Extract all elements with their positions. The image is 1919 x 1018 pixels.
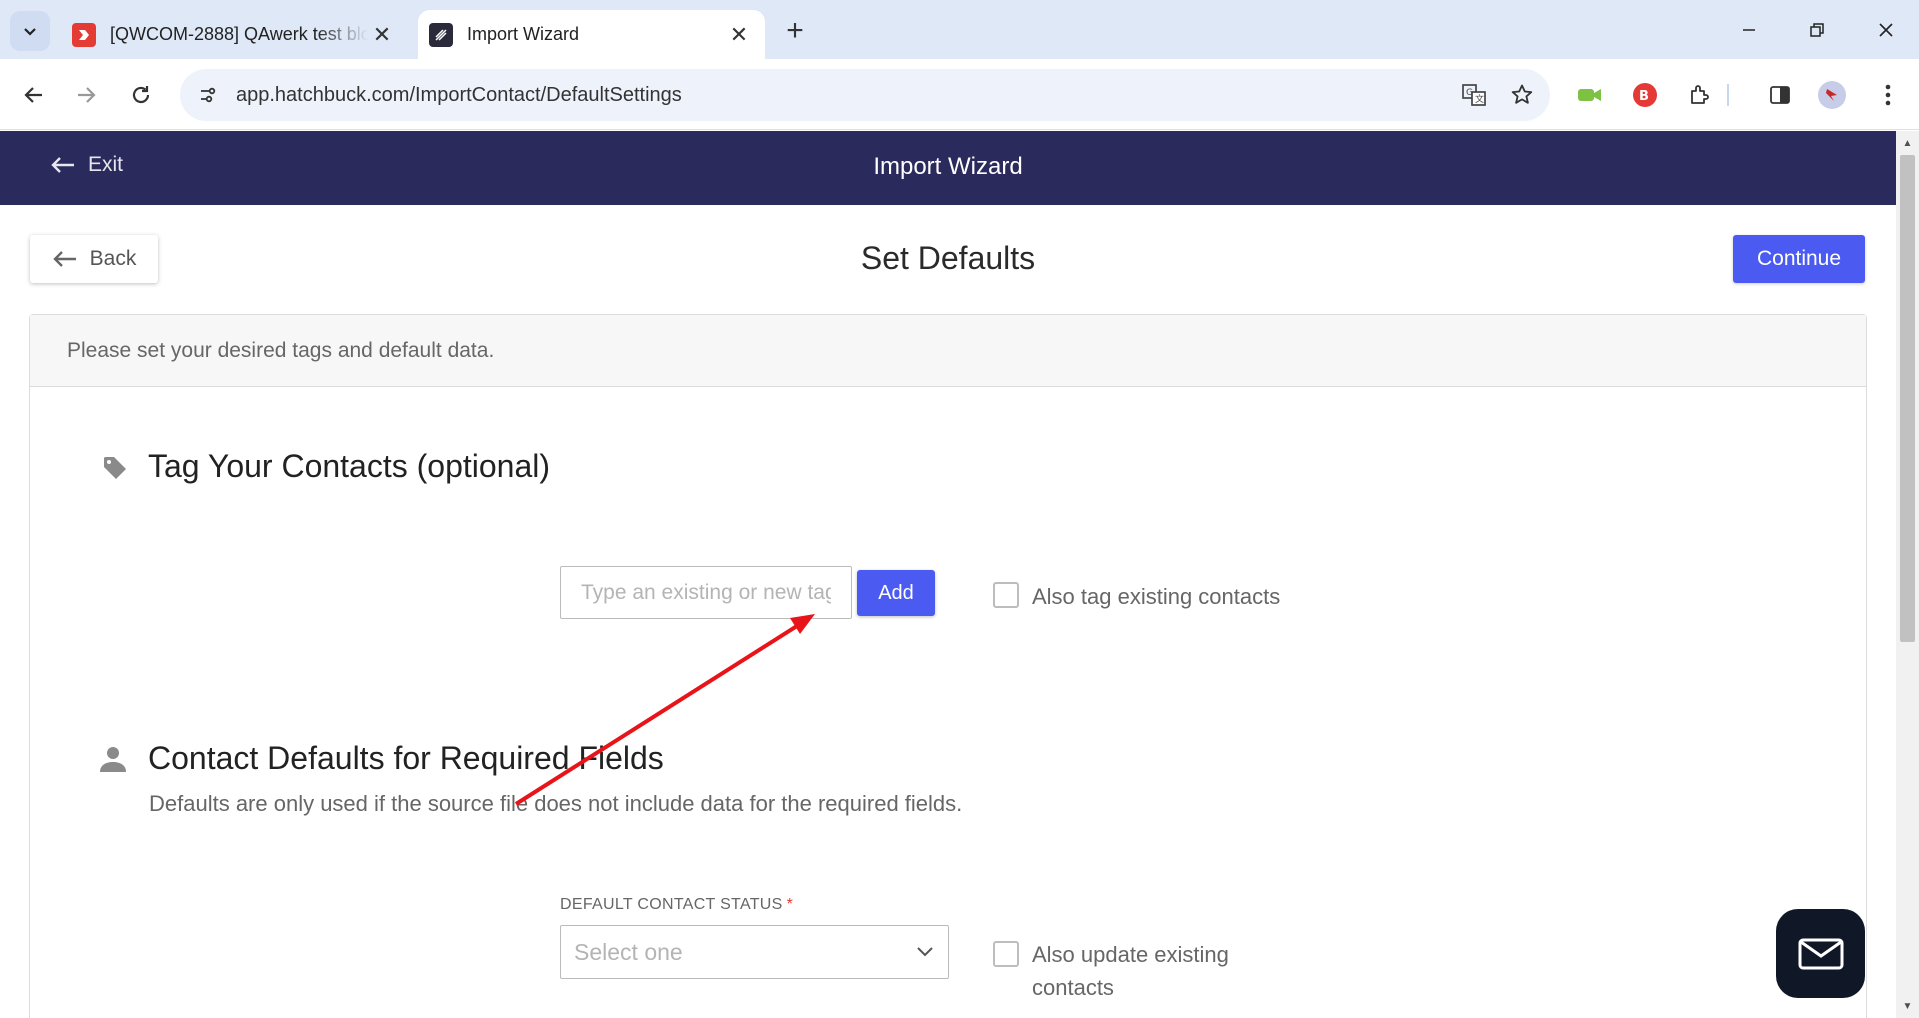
chat-widget-button[interactable] — [1776, 909, 1865, 998]
tab-search-button[interactable] — [10, 11, 50, 51]
back-arrow-icon[interactable] — [14, 75, 54, 115]
label-line: contacts — [1032, 975, 1114, 1000]
url-text: app.hatchbuck.com/ImportContact/DefaultS… — [236, 83, 682, 106]
more-menu-icon[interactable] — [1868, 75, 1908, 115]
page-scrollbar[interactable]: ▲ ▼ — [1896, 131, 1919, 1018]
label-line: Also update existing — [1032, 942, 1229, 967]
browser-tab-import-wizard[interactable]: Import Wizard ✕ — [418, 10, 765, 59]
new-tab-plus-icon[interactable]: + — [778, 14, 812, 48]
required-asterisk: * — [786, 896, 794, 913]
chevron-down-icon — [917, 947, 933, 957]
tab-title: [QWCOM-2888] QAwerk test blog post — [110, 24, 368, 44]
close-window-icon[interactable] — [1861, 8, 1911, 52]
forward-arrow-icon[interactable] — [66, 75, 106, 115]
defaults-section-subtitle: Defaults are only used if the source fil… — [149, 791, 963, 816]
minimize-icon[interactable] — [1724, 8, 1774, 52]
page-title: Set Defaults — [860, 240, 1036, 276]
also-tag-existing-label: Also tag existing contacts — [1032, 584, 1281, 609]
settings-card: Please set your desired tags and default… — [29, 314, 1867, 1018]
close-tab-icon[interactable]: ✕ — [368, 21, 396, 49]
continue-button[interactable]: Continue — [1733, 235, 1865, 283]
select-placeholder: Select one — [574, 938, 683, 965]
hatchbuck-favicon-icon — [429, 22, 453, 47]
svg-text:B: B — [1639, 89, 1649, 104]
add-tag-button[interactable]: Add — [857, 570, 935, 616]
also-update-existing-checkbox[interactable] — [993, 941, 1019, 967]
tag-icon — [104, 457, 126, 479]
profile-avatar-icon[interactable] — [1812, 75, 1852, 115]
defaults-section-title: Contact Defaults for Required Fields — [148, 740, 664, 776]
default-contact-status-label: DEFAULT CONTACT STATUS * — [560, 896, 793, 914]
browser-tabstrip: [QWCOM-2888] QAwerk test blog post ✕ Imp… — [0, 0, 1919, 59]
svg-text:文: 文 — [1475, 93, 1484, 105]
also-update-existing-label: Also update existing contacts — [1032, 938, 1229, 1004]
restore-icon[interactable] — [1792, 8, 1842, 52]
toolbar-divider — [1723, 75, 1733, 115]
tag-section-title: Tag Your Contacts (optional) — [148, 448, 551, 484]
red-extension-icon[interactable]: B — [1625, 75, 1665, 115]
scroll-down-icon[interactable]: ▼ — [1901, 1000, 1914, 1013]
scrollbar-thumb[interactable] — [1900, 155, 1915, 642]
status-label-text: DEFAULT CONTACT STATUS — [560, 896, 783, 913]
app-header: Exit Import Wizard — [0, 131, 1896, 205]
close-tab-icon[interactable]: ✕ — [725, 21, 753, 49]
bookmark-star-icon[interactable] — [1502, 75, 1542, 115]
video-extension-icon[interactable] — [1570, 75, 1610, 115]
browser-toolbar: app.hatchbuck.com/ImportContact/DefaultS… — [0, 59, 1919, 130]
jira-favicon-icon — [72, 22, 96, 47]
side-panel-icon[interactable] — [1760, 75, 1800, 115]
extensions-puzzle-icon[interactable] — [1680, 75, 1720, 115]
also-tag-existing-checkbox[interactable] — [993, 582, 1019, 608]
card-intro: Please set your desired tags and default… — [30, 315, 1866, 387]
tag-input[interactable] — [560, 566, 852, 619]
tab-title: Import Wizard — [467, 24, 580, 44]
reload-icon[interactable] — [121, 75, 161, 115]
app-title: Import Wizard — [873, 153, 1023, 180]
browser-tab-qwcom[interactable]: [QWCOM-2888] QAwerk test blog post ✕ — [62, 10, 408, 59]
translate-icon[interactable]: G文 — [1454, 75, 1494, 115]
person-icon — [100, 747, 126, 772]
site-settings-icon[interactable] — [188, 75, 228, 115]
chevron-down-icon — [24, 28, 36, 36]
scroll-up-icon[interactable]: ▲ — [1901, 137, 1914, 150]
address-bar[interactable]: app.hatchbuck.com/ImportContact/DefaultS… — [180, 69, 1550, 121]
default-contact-status-select[interactable]: Select one — [560, 925, 949, 979]
envelope-icon — [1798, 938, 1843, 969]
